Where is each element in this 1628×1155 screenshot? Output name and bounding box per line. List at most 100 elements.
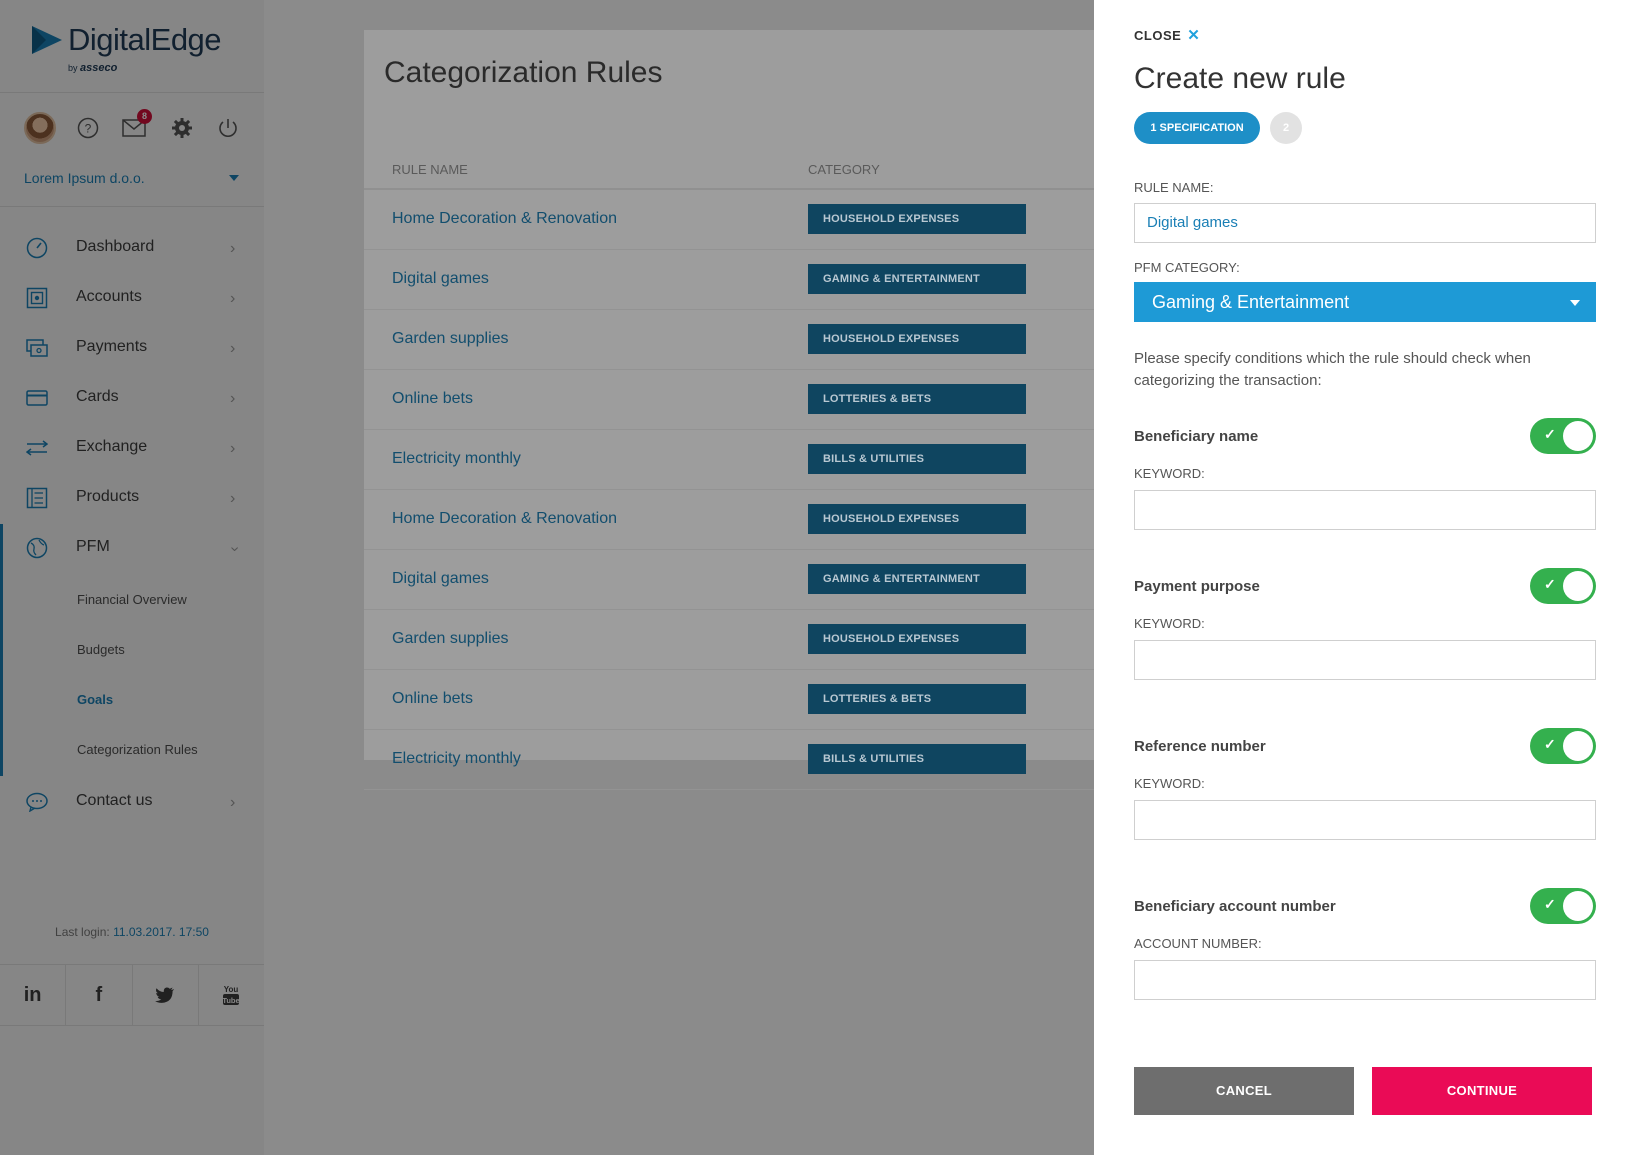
pfm-category-label: PFM CATEGORY: [1134, 260, 1240, 275]
chevron-right-icon: › [230, 390, 236, 407]
sidebar-item-label: PFM [76, 538, 110, 555]
condition-input[interactable] [1134, 490, 1596, 530]
table-row[interactable]: Online bets LOTTERIES & BETS [364, 670, 1094, 730]
check-icon: ✓ [1544, 736, 1556, 752]
condition-label: Reference number [1134, 738, 1266, 755]
condition-toggle[interactable]: ✓ [1530, 888, 1596, 924]
rule-name-link[interactable]: Digital games [392, 570, 489, 588]
svg-text:You: You [224, 985, 239, 994]
sidebar-item-pfm[interactable]: PFM › [0, 524, 264, 572]
table-row[interactable]: Electricity monthly BILLS & UTILITIES [364, 430, 1094, 490]
table-row[interactable]: Digital games GAMING & ENTERTAINMENT [364, 250, 1094, 310]
sidebar-subitem-goals[interactable]: Goals [77, 692, 113, 707]
chat-bubble-icon [25, 790, 49, 814]
rule-name-label: RULE NAME: [1134, 180, 1214, 195]
category-badge: HOUSEHOLD EXPENSES [808, 204, 1026, 234]
category-badge: BILLS & UTILITIES [808, 744, 1026, 774]
help-icon[interactable]: ? [72, 112, 104, 144]
chevron-right-icon: › [230, 490, 236, 507]
rule-name-link[interactable]: Garden supplies [392, 330, 509, 348]
close-button[interactable]: CLOSE ✕ [1134, 26, 1200, 44]
notification-badge: 8 [137, 109, 152, 124]
settings-gear-icon[interactable] [166, 112, 198, 144]
brand-logo[interactable]: DigitalEdge by asseco [32, 22, 242, 74]
condition-input[interactable] [1134, 640, 1596, 680]
create-rule-panel: CLOSE ✕ Create new rule 1 SPECIFICATION 2… [1094, 0, 1628, 1155]
payment-icon [25, 336, 49, 360]
rule-name-link[interactable]: Garden supplies [392, 630, 509, 648]
table-row[interactable]: Electricity monthly BILLS & UTILITIES [364, 730, 1094, 790]
social-links: in f You Tube [0, 964, 264, 1026]
pfm-globe-icon [25, 536, 49, 560]
sidebar-item-cards[interactable]: Cards › [0, 374, 264, 422]
sidebar-item-label: Payments [76, 338, 148, 355]
rule-name-link[interactable]: Electricity monthly [392, 750, 521, 768]
safe-icon [25, 286, 49, 310]
svg-text:Tube: Tube [223, 996, 240, 1005]
condition-field-label: ACCOUNT NUMBER: [1134, 936, 1262, 951]
condition-input[interactable] [1134, 800, 1596, 840]
toggle-knob [1563, 421, 1593, 451]
toggle-knob [1563, 891, 1593, 921]
table-row[interactable]: Digital games GAMING & ENTERTAINMENT [364, 550, 1094, 610]
rule-name-link[interactable]: Home Decoration & Renovation [392, 510, 617, 528]
sidebar-item-accounts[interactable]: Accounts › [0, 274, 264, 322]
condition-field-label: KEYWORD: [1134, 776, 1205, 791]
category-badge: HOUSEHOLD EXPENSES [808, 624, 1026, 654]
category-badge: LOTTERIES & BETS [808, 384, 1026, 414]
company-selector[interactable]: Lorem Ipsum d.o.o. [24, 170, 145, 186]
condition-field-label: KEYWORD: [1134, 466, 1205, 481]
sidebar-subitem-categorization-rules[interactable]: Categorization Rules [77, 742, 198, 757]
table-row[interactable]: Garden supplies HOUSEHOLD EXPENSES [364, 310, 1094, 370]
condition-input[interactable] [1134, 960, 1596, 1000]
sidebar-item-products[interactable]: Products › [0, 474, 264, 522]
sidebar-item-payments[interactable]: Payments › [0, 324, 264, 372]
condition-toggle[interactable]: ✓ [1530, 728, 1596, 764]
sidebar-item-dashboard[interactable]: Dashboard › [0, 224, 264, 272]
check-icon: ✓ [1544, 426, 1556, 442]
company-caret-icon[interactable] [229, 175, 239, 181]
page-title: Categorization Rules [384, 56, 663, 89]
table-row[interactable]: Home Decoration & Renovation HOUSEHOLD EX… [364, 190, 1094, 250]
chevron-right-icon: › [230, 440, 236, 457]
check-icon: ✓ [1544, 896, 1556, 912]
rules-table-card: Categorization Rules RULE NAME CATEGORY … [364, 30, 1094, 790]
sidebar-item-exchange[interactable]: Exchange › [0, 424, 264, 472]
rule-name-link[interactable]: Electricity monthly [392, 450, 521, 468]
table-row[interactable]: Garden supplies HOUSEHOLD EXPENSES [364, 610, 1094, 670]
category-badge: GAMING & ENTERTAINMENT [808, 564, 1026, 594]
mail-icon[interactable]: 8 [118, 109, 152, 144]
user-toolbar: ? 8 [24, 109, 244, 148]
table-row[interactable]: Online bets LOTTERIES & BETS [364, 370, 1094, 430]
sidebar-item-contact-us[interactable]: Contact us › [0, 778, 264, 826]
avatar[interactable] [24, 112, 56, 144]
rule-name-link[interactable]: Digital games [392, 270, 489, 288]
condition-toggle[interactable]: ✓ [1530, 568, 1596, 604]
check-icon: ✓ [1544, 576, 1556, 592]
pfm-category-select[interactable]: Gaming & Entertainment [1134, 282, 1596, 322]
sidebar-subitem-budgets[interactable]: Budgets [77, 642, 125, 657]
last-login-value: 11.03.2017. 17:50 [113, 925, 209, 939]
rule-name-link[interactable]: Home Decoration & Renovation [392, 210, 617, 228]
condition-field-label: KEYWORD: [1134, 616, 1205, 631]
table-header: RULE NAME CATEGORY [364, 120, 1094, 190]
power-icon[interactable] [212, 112, 244, 144]
rule-name-link[interactable]: Online bets [392, 690, 473, 708]
toggle-knob [1563, 731, 1593, 761]
sidebar-subitem-financial-overview[interactable]: Financial Overview [77, 592, 187, 607]
linkedin-icon[interactable]: in [0, 965, 67, 1025]
products-list-icon [25, 486, 49, 510]
sidebar-item-label: Accounts [76, 288, 142, 305]
facebook-icon[interactable]: f [66, 965, 133, 1025]
sidebar-item-label: Exchange [76, 438, 148, 455]
rule-name-input[interactable]: Digital games [1134, 203, 1596, 243]
step-specification: 1 SPECIFICATION [1134, 112, 1260, 144]
cancel-button[interactable]: CANCEL [1134, 1067, 1354, 1115]
twitter-icon[interactable] [133, 965, 199, 1025]
chevron-down-icon: › [226, 546, 244, 552]
youtube-icon[interactable]: You Tube [199, 965, 264, 1025]
continue-button[interactable]: CONTINUE [1372, 1067, 1592, 1115]
condition-toggle[interactable]: ✓ [1530, 418, 1596, 454]
rule-name-link[interactable]: Online bets [392, 390, 473, 408]
table-row[interactable]: Home Decoration & Renovation HOUSEHOLD EX… [364, 490, 1094, 550]
